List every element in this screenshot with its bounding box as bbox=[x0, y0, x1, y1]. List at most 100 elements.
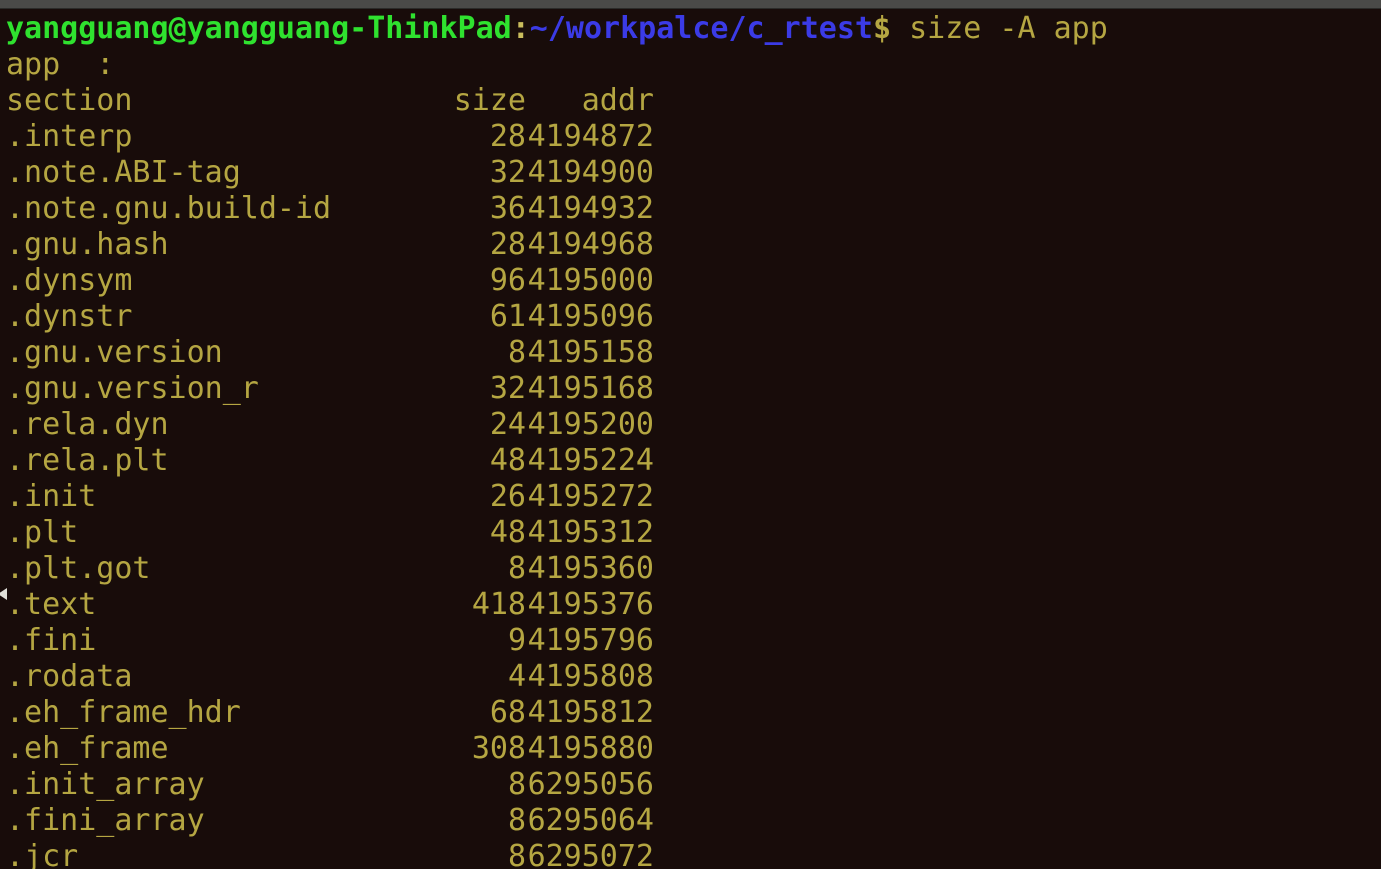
shell-prompt-line: yangguang@yangguang-ThinkPad:~/workpalce… bbox=[6, 11, 1381, 47]
cell-size: 8 bbox=[507, 839, 526, 869]
cell-section: .dynsym bbox=[6, 263, 133, 298]
table-row: .plt.got 84195360 bbox=[6, 551, 1381, 587]
table-row: .dynstr 614195096 bbox=[6, 299, 1381, 335]
table-row: .rela.plt 484195224 bbox=[6, 443, 1381, 479]
prompt-command: size -A app bbox=[891, 11, 1108, 46]
cell-addr: 4195224 bbox=[527, 443, 654, 478]
cell-size: 28 bbox=[489, 119, 526, 154]
cell-addr: 4195880 bbox=[527, 731, 654, 766]
cell-size: 9 bbox=[507, 623, 526, 658]
table-row: .gnu.version 84195158 bbox=[6, 335, 1381, 371]
table-row: .note.ABI-tag 324194900 bbox=[6, 155, 1381, 191]
mouse-pointer-icon bbox=[0, 588, 7, 600]
cell-section: .dynstr bbox=[6, 299, 133, 334]
cell-size: 8 bbox=[507, 767, 526, 802]
cell-addr: 4194900 bbox=[527, 155, 654, 190]
cell-addr: 4195200 bbox=[527, 407, 654, 442]
cell-size: 68 bbox=[489, 695, 526, 730]
cell-addr: 4194968 bbox=[527, 227, 654, 262]
column-header-addr: addr bbox=[581, 83, 654, 118]
cell-size: 24 bbox=[489, 407, 526, 442]
terminal-screen[interactable]: yangguang@yangguang-ThinkPad:~/workpalce… bbox=[0, 9, 1381, 869]
cell-size: 4 bbox=[507, 659, 526, 694]
column-header-size: size bbox=[453, 83, 526, 118]
cell-size: 61 bbox=[489, 299, 526, 334]
prompt-sigil: $ bbox=[872, 11, 892, 46]
cell-size: 32 bbox=[489, 155, 526, 190]
cell-size: 418 bbox=[471, 587, 526, 622]
cell-addr: 4195812 bbox=[527, 695, 654, 730]
cell-section: .interp bbox=[6, 119, 133, 154]
cell-size: 32 bbox=[489, 371, 526, 406]
cell-addr: 4195158 bbox=[527, 335, 654, 370]
cell-size: 28 bbox=[489, 227, 526, 262]
table-row: .jcr 86295072 bbox=[6, 839, 1381, 869]
cell-addr: 4194932 bbox=[527, 191, 654, 226]
cell-section: .text bbox=[6, 587, 97, 622]
section-table: .interp 284194872 .note.ABI-tag 324194900 .n… bbox=[6, 119, 1381, 869]
cell-section: .eh_frame bbox=[6, 731, 169, 766]
cell-addr: 4195096 bbox=[527, 299, 654, 334]
cell-section: .gnu.version_r bbox=[6, 371, 259, 406]
cell-addr: 4195360 bbox=[527, 551, 654, 586]
terminal-window[interactable]: yangguang@yangguang-ThinkPad:~/workpalce… bbox=[0, 0, 1381, 869]
prompt-separator: : bbox=[511, 11, 530, 46]
cell-section: .rela.plt bbox=[6, 443, 169, 478]
cell-addr: 6295072 bbox=[527, 839, 654, 869]
table-row: .plt 484195312 bbox=[6, 515, 1381, 551]
cell-addr: 6295056 bbox=[527, 767, 654, 802]
cell-section: .plt bbox=[6, 515, 79, 550]
table-row: .fini 94195796 bbox=[6, 623, 1381, 659]
cell-size: 8 bbox=[507, 803, 526, 838]
table-row: .eh_frame_hdr 684195812 bbox=[6, 695, 1381, 731]
cell-addr: 4195000 bbox=[527, 263, 654, 298]
cell-section: .eh_frame_hdr bbox=[6, 695, 241, 730]
cell-section: .rodata bbox=[6, 659, 133, 694]
cell-addr: 4194872 bbox=[527, 119, 654, 154]
table-row: .rela.dyn 244195200 bbox=[6, 407, 1381, 443]
table-row: .fini_array 86295064 bbox=[6, 803, 1381, 839]
cell-section: .note.ABI-tag bbox=[6, 155, 241, 190]
cell-addr: 4195168 bbox=[527, 371, 654, 406]
cell-addr: 4195808 bbox=[527, 659, 654, 694]
cell-size: 26 bbox=[489, 479, 526, 514]
cell-size: 48 bbox=[489, 515, 526, 550]
cell-section: .fini bbox=[6, 623, 97, 658]
cell-section: .gnu.version bbox=[6, 335, 223, 370]
table-row: .gnu.hash 284194968 bbox=[6, 227, 1381, 263]
cell-size: 8 bbox=[507, 551, 526, 586]
table-row: .dynsym 964195000 bbox=[6, 263, 1381, 299]
cell-section: .plt.got bbox=[6, 551, 151, 586]
cell-size: 48 bbox=[489, 443, 526, 478]
table-row: .interp 284194872 bbox=[6, 119, 1381, 155]
cell-section: .note.gnu.build-id bbox=[6, 191, 332, 226]
cell-section: .init bbox=[6, 479, 97, 514]
cell-section: .init_array bbox=[6, 767, 205, 802]
cell-addr: 4195312 bbox=[527, 515, 654, 550]
cell-size: 96 bbox=[489, 263, 526, 298]
table-row: .eh_frame 3084195880 bbox=[6, 731, 1381, 767]
table-row: .init 264195272 bbox=[6, 479, 1381, 515]
table-row: .text 4184195376 bbox=[6, 587, 1381, 623]
cell-section: .rela.dyn bbox=[6, 407, 169, 442]
cell-section: .jcr bbox=[6, 839, 79, 869]
table-row: .init_array 86295056 bbox=[6, 767, 1381, 803]
table-row: .rodata 44195808 bbox=[6, 659, 1381, 695]
table-row: .gnu.version_r 324195168 bbox=[6, 371, 1381, 407]
cell-size: 36 bbox=[489, 191, 526, 226]
cell-addr: 4195796 bbox=[527, 623, 654, 658]
cell-size: 8 bbox=[507, 335, 526, 370]
cell-section: .gnu.hash bbox=[6, 227, 169, 262]
table-row: .note.gnu.build-id 364194932 bbox=[6, 191, 1381, 227]
output-column-headers: section size addr bbox=[6, 83, 1381, 119]
cell-size: 308 bbox=[471, 731, 526, 766]
column-header-section: section bbox=[6, 83, 133, 118]
cell-section: .fini_array bbox=[6, 803, 205, 838]
prompt-path: ~/workpalce/c_rtest bbox=[529, 11, 873, 46]
cell-addr: 4195272 bbox=[527, 479, 654, 514]
cell-addr: 6295064 bbox=[527, 803, 654, 838]
output-file-header: app : bbox=[6, 47, 115, 82]
cell-addr: 4195376 bbox=[527, 587, 654, 622]
window-chrome-strip bbox=[0, 0, 1381, 9]
prompt-user-host: yangguang@yangguang-ThinkPad bbox=[6, 11, 512, 46]
